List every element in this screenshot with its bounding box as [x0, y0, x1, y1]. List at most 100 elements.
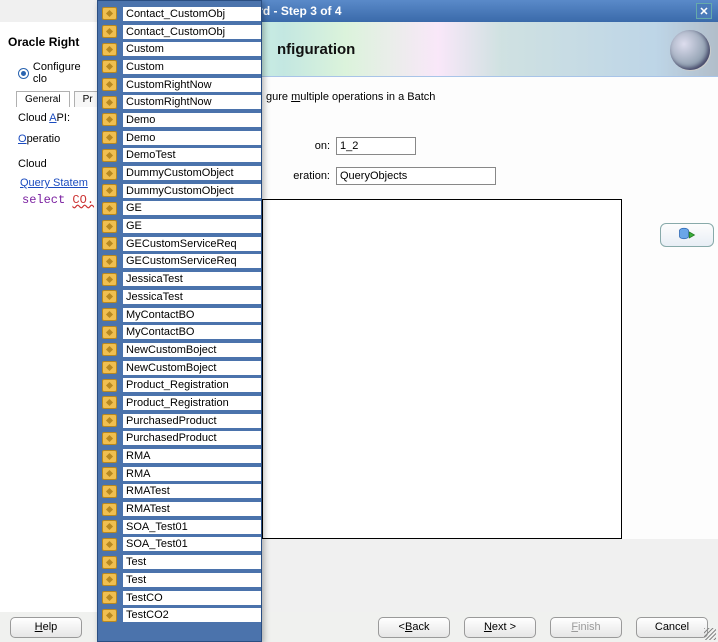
- object-icon: [102, 308, 117, 321]
- autocomplete-dropdown[interactable]: Contact_CustomObjContact_CustomObjCustom…: [97, 0, 262, 642]
- dropdown-item[interactable]: SOA_Test01: [98, 536, 261, 554]
- on-label: on:: [266, 140, 330, 152]
- object-icon: [102, 220, 117, 233]
- dropdown-item[interactable]: DummyCustomObject: [98, 182, 261, 200]
- dropdown-item-label: Test: [123, 555, 261, 569]
- dropdown-item-label: RMA: [123, 467, 261, 481]
- resize-grip-icon[interactable]: [704, 628, 716, 640]
- dropdown-item[interactable]: NewCustomBoject: [98, 341, 261, 359]
- dropdown-item-label: Contact_CustomObj: [123, 7, 261, 21]
- dropdown-item[interactable]: JessicaTest: [98, 270, 261, 288]
- dropdown-item-label: Demo: [123, 113, 261, 127]
- dropdown-item[interactable]: PurchasedProduct: [98, 430, 261, 448]
- dropdown-item-label: SOA_Test01: [123, 520, 261, 534]
- dropdown-item[interactable]: GECustomServiceReq: [98, 235, 261, 253]
- run-button[interactable]: [660, 223, 714, 247]
- dropdown-item-label: SOA_Test01: [123, 537, 261, 551]
- query-results-box: [262, 199, 622, 539]
- object-icon: [102, 485, 117, 498]
- query-text: select CO.: [0, 191, 97, 207]
- dropdown-item[interactable]: GE: [98, 217, 261, 235]
- dropdown-item[interactable]: PurchasedProduct: [98, 412, 261, 430]
- query-statement-link[interactable]: Query Statem: [0, 174, 97, 191]
- dropdown-item-label: TestCO2: [123, 608, 261, 622]
- close-icon[interactable]: ✕: [696, 3, 712, 19]
- back-button[interactable]: < Back: [378, 617, 450, 638]
- object-icon: [102, 290, 117, 303]
- dropdown-item[interactable]: Product_Registration: [98, 376, 261, 394]
- dropdown-item[interactable]: CustomRightNow: [98, 93, 261, 111]
- dropdown-item-label: DummyCustomObject: [123, 184, 261, 198]
- object-icon: [102, 591, 117, 604]
- dropdown-item[interactable]: RMATest: [98, 483, 261, 501]
- dropdown-item[interactable]: RMA: [98, 465, 261, 483]
- object-icon: [102, 273, 117, 286]
- object-icon: [102, 43, 117, 56]
- operation-input[interactable]: [336, 167, 496, 185]
- dropdown-item-label: RMA: [123, 449, 261, 463]
- finish-button: Finish: [550, 617, 622, 638]
- dropdown-item-label: CustomRightNow: [123, 95, 261, 109]
- radio-configure[interactable]: [18, 68, 29, 79]
- object-icon: [102, 167, 117, 180]
- gear-icon: [670, 30, 710, 70]
- next-button[interactable]: Next >: [464, 617, 536, 638]
- dropdown-item[interactable]: DemoTest: [98, 147, 261, 165]
- object-icon: [102, 7, 117, 20]
- help-button[interactable]: Help: [10, 617, 82, 638]
- dropdown-item[interactable]: NewCustomBoject: [98, 359, 261, 377]
- dropdown-item-label: Contact_CustomObj: [123, 25, 261, 39]
- object-icon: [102, 78, 117, 91]
- dropdown-item[interactable]: Custom: [98, 58, 261, 76]
- object-icon: [102, 113, 117, 126]
- page-title: Oracle Right: [0, 22, 97, 57]
- dropdown-item[interactable]: GECustomServiceReq: [98, 253, 261, 271]
- dropdown-item[interactable]: Contact_CustomObj: [98, 23, 261, 41]
- dropdown-item[interactable]: RMATest: [98, 500, 261, 518]
- dropdown-item[interactable]: Contact_CustomObj: [98, 5, 261, 23]
- object-icon: [102, 326, 117, 339]
- dropdown-item[interactable]: Test: [98, 571, 261, 589]
- dropdown-item-label: PurchasedProduct: [123, 431, 261, 445]
- dropdown-item[interactable]: TestCO2: [98, 606, 261, 624]
- object-icon: [102, 96, 117, 109]
- dropdown-item-label: GE: [123, 201, 261, 215]
- hint-text: gure multiple operations in a Batch: [262, 87, 718, 115]
- dropdown-item[interactable]: Demo: [98, 129, 261, 147]
- object-icon: [102, 361, 117, 374]
- dropdown-item[interactable]: Product_Registration: [98, 394, 261, 412]
- dropdown-item-label: JessicaTest: [123, 272, 261, 286]
- on-input[interactable]: [336, 137, 416, 155]
- dropdown-item[interactable]: CustomRightNow: [98, 76, 261, 94]
- dropdown-item-label: GECustomServiceReq: [123, 254, 261, 268]
- dropdown-item-label: Test: [123, 573, 261, 587]
- dropdown-item[interactable]: MyContactBO: [98, 306, 261, 324]
- dropdown-item[interactable]: SOA_Test01: [98, 518, 261, 536]
- dropdown-item[interactable]: Test: [98, 553, 261, 571]
- object-icon: [102, 556, 117, 569]
- dropdown-item[interactable]: GE: [98, 200, 261, 218]
- object-icon: [102, 343, 117, 356]
- dropdown-item-label: Demo: [123, 131, 261, 145]
- object-icon: [102, 131, 117, 144]
- dropdown-item-label: RMATest: [123, 484, 261, 498]
- cloud-api-ul: A: [49, 112, 56, 124]
- cloud-api-label: Cloud API:: [0, 107, 97, 128]
- dropdown-item[interactable]: DummyCustomObject: [98, 164, 261, 182]
- dropdown-item[interactable]: Demo: [98, 111, 261, 129]
- tab-general[interactable]: General: [16, 91, 70, 107]
- dropdown-item[interactable]: Custom: [98, 40, 261, 58]
- dropdown-item-label: TestCO: [123, 591, 261, 605]
- dropdown-item[interactable]: JessicaTest: [98, 288, 261, 306]
- tab-strip: General Pr: [0, 91, 97, 107]
- object-icon: [102, 149, 117, 162]
- dropdown-item-label: NewCustomBoject: [123, 361, 261, 375]
- cancel-button[interactable]: Cancel: [636, 617, 708, 638]
- dropdown-item[interactable]: RMA: [98, 447, 261, 465]
- dropdown-item-label: CustomRightNow: [123, 78, 261, 92]
- dropdown-item-label: Product_Registration: [123, 378, 261, 392]
- dropdown-item[interactable]: MyContactBO: [98, 323, 261, 341]
- dropdown-item-label: DummyCustomObject: [123, 166, 261, 180]
- dropdown-item[interactable]: TestCO: [98, 589, 261, 607]
- dropdown-item-label: DemoTest: [123, 148, 261, 162]
